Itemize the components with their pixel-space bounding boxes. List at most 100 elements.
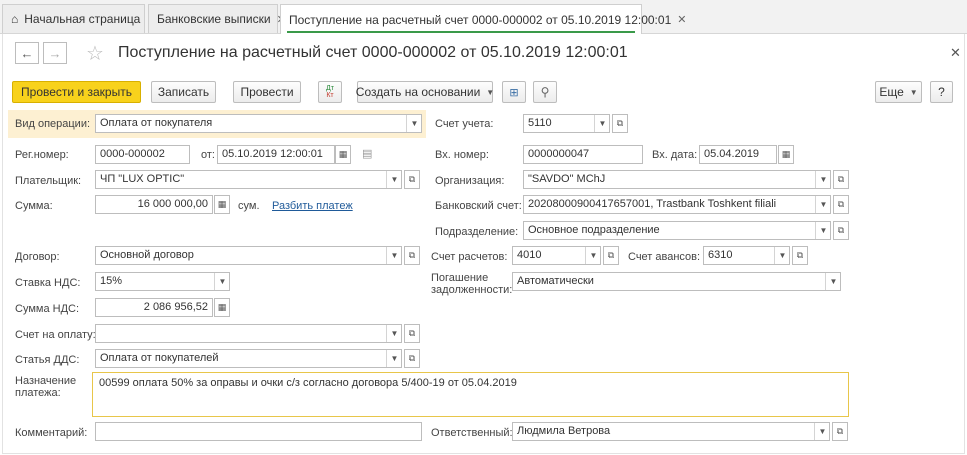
open-icon[interactable]: ⧉	[404, 324, 420, 343]
chevron-down-icon: ▼	[486, 87, 495, 97]
open-icon[interactable]: ⧉	[612, 114, 628, 133]
create-based-on-button[interactable]: Создать на основании ▼	[355, 81, 495, 103]
arrow-left-icon: ←	[20, 45, 34, 61]
open-icon[interactable]: ⧉	[603, 246, 619, 265]
sum-field[interactable]: 16 000 000,00	[95, 195, 213, 214]
date-field[interactable]: 05.10.2019 12:00:01	[217, 145, 335, 164]
account-label: Счет учета:	[435, 118, 494, 130]
open-icon[interactable]: ⧉	[833, 221, 849, 240]
open-icon[interactable]: ⧉	[404, 246, 420, 265]
comment-field[interactable]	[95, 422, 422, 441]
page-title: Поступление на расчетный счет 0000-00000…	[118, 44, 628, 61]
more-label: Еще	[879, 85, 904, 99]
advance-account-field[interactable]: 6310 ▼	[703, 246, 790, 265]
bank-account-field[interactable]: 20208000900417657001, Trastbank Toshkent…	[523, 195, 831, 214]
structure-button[interactable]: ⊞	[502, 81, 526, 103]
tab-home[interactable]: ⌂ Начальная страница	[2, 4, 145, 33]
tab-bank-statements[interactable]: Банковские выписки ✕	[148, 4, 286, 33]
forward-button[interactable]: →	[43, 42, 67, 64]
invoice-field[interactable]: ▼	[95, 324, 402, 343]
post-and-close-button[interactable]: Провести и закрыть	[12, 81, 141, 103]
back-button[interactable]: ←	[15, 42, 39, 64]
vat-sum-label: Сумма НДС:	[15, 303, 80, 315]
payment-purpose-textarea[interactable]: 00599 оплата 50% за оправы и очки с/з со…	[92, 372, 849, 417]
comment-label: Комментарий:	[15, 427, 88, 439]
organization-label: Организация:	[435, 175, 505, 187]
bank-account-label: Банковский счет:	[435, 200, 522, 212]
repayment-value: Автоматически	[517, 275, 594, 287]
split-payment-link[interactable]: Разбить платеж	[272, 200, 353, 212]
open-icon[interactable]: ⧉	[833, 195, 849, 214]
chevron-down-icon[interactable]: ▼	[815, 222, 830, 239]
chevron-down-icon[interactable]: ▼	[585, 247, 600, 264]
open-icon[interactable]: ⧉	[404, 170, 420, 189]
payer-value: ЧП "LUX OPTIC"	[100, 173, 185, 185]
incoming-number-field[interactable]: 0000000047	[523, 145, 643, 164]
tab-bar: ⌂ Начальная страница Банковские выписки …	[0, 0, 967, 34]
close-icon[interactable]: ✕	[677, 13, 686, 26]
contract-field[interactable]: Основной договор ▼	[95, 246, 402, 265]
operation-type-select[interactable]: Оплата от покупателя ▼	[95, 114, 422, 133]
repayment-label-line2: задолженности:	[431, 284, 513, 296]
calendar-icon[interactable]: ▦	[335, 145, 351, 164]
chevron-down-icon[interactable]: ▼	[386, 325, 401, 342]
tab-current-document[interactable]: Поступление на расчетный счет 0000-00000…	[280, 4, 686, 34]
active-tab-indicator	[287, 31, 635, 33]
calculator-icon[interactable]: ▦	[214, 195, 230, 214]
chevron-down-icon[interactable]: ▼	[815, 196, 830, 213]
vat-sum-field[interactable]: 2 086 956,52	[95, 298, 213, 317]
contract-value: Основной договор	[100, 249, 194, 261]
payer-field[interactable]: ЧП "LUX OPTIC" ▼	[95, 170, 402, 189]
open-icon[interactable]: ⧉	[833, 170, 849, 189]
bank-account-value: 20208000900417657001, Trastbank Toshkent…	[528, 198, 777, 210]
create-based-on-label: Создать на основании	[355, 85, 481, 99]
attach-button[interactable]: ⚲	[533, 81, 557, 103]
incoming-number-label: Вх. номер:	[435, 149, 489, 161]
operation-type-label: Вид операции:	[15, 118, 91, 130]
chevron-down-icon[interactable]: ▼	[594, 115, 609, 132]
calculator-icon[interactable]: ▦	[214, 298, 230, 317]
operation-type-value: Оплата от покупателя	[100, 117, 213, 129]
notes-icon[interactable]: ▤	[362, 147, 372, 160]
chevron-down-icon[interactable]: ▼	[774, 247, 789, 264]
responsible-field[interactable]: Людмила Ветрова ▼	[512, 422, 830, 441]
repayment-select[interactable]: Автоматически ▼	[512, 272, 841, 291]
more-button[interactable]: Еще ▼	[875, 81, 922, 103]
division-label: Подразделение:	[435, 226, 519, 238]
account-field[interactable]: 5110 ▼	[523, 114, 610, 133]
settlement-account-field[interactable]: 4010 ▼	[512, 246, 601, 265]
chevron-down-icon[interactable]: ▼	[386, 247, 401, 264]
chevron-down-icon[interactable]: ▼	[406, 115, 421, 132]
responsible-label: Ответственный:	[431, 427, 513, 439]
star-icon[interactable]: ☆	[86, 41, 104, 66]
chevron-down-icon[interactable]: ▼	[214, 273, 229, 290]
chevron-down-icon: ▼	[909, 87, 918, 97]
chevron-down-icon[interactable]: ▼	[386, 171, 401, 188]
open-icon[interactable]: ⧉	[404, 349, 420, 368]
payment-purpose-label: Назначение платежа:	[15, 375, 76, 399]
close-icon[interactable]: ✕	[950, 45, 961, 61]
chevron-down-icon[interactable]: ▼	[815, 171, 830, 188]
contract-label: Договор:	[15, 251, 60, 263]
payment-purpose-label-line1: Назначение	[15, 375, 77, 387]
chevron-down-icon[interactable]: ▼	[825, 273, 840, 290]
organization-field[interactable]: "SAVDO" MChJ ▼	[523, 170, 831, 189]
paperclip-icon: ⚲	[540, 85, 550, 99]
incoming-date-field[interactable]: 05.04.2019	[699, 145, 777, 164]
save-button[interactable]: Записать	[151, 81, 216, 103]
chevron-down-icon[interactable]: ▼	[814, 423, 829, 440]
post-button[interactable]: Провести	[233, 81, 301, 103]
open-icon[interactable]: ⧉	[832, 422, 848, 441]
division-value: Основное подразделение	[528, 224, 660, 236]
settlement-account-value: 4010	[517, 249, 542, 261]
division-field[interactable]: Основное подразделение ▼	[523, 221, 831, 240]
cashflow-item-field[interactable]: Оплата от покупателей ▼	[95, 349, 402, 368]
chevron-down-icon[interactable]: ▼	[386, 350, 401, 367]
reg-number-field[interactable]: 0000-000002	[95, 145, 190, 164]
vat-rate-select[interactable]: 15% ▼	[95, 272, 230, 291]
calendar-icon[interactable]: ▦	[778, 145, 794, 164]
dt-kt-button[interactable]: Дт Кт	[318, 81, 342, 103]
open-icon[interactable]: ⧉	[792, 246, 808, 265]
account-value: 5110	[528, 117, 552, 129]
help-button[interactable]: ?	[930, 81, 953, 103]
